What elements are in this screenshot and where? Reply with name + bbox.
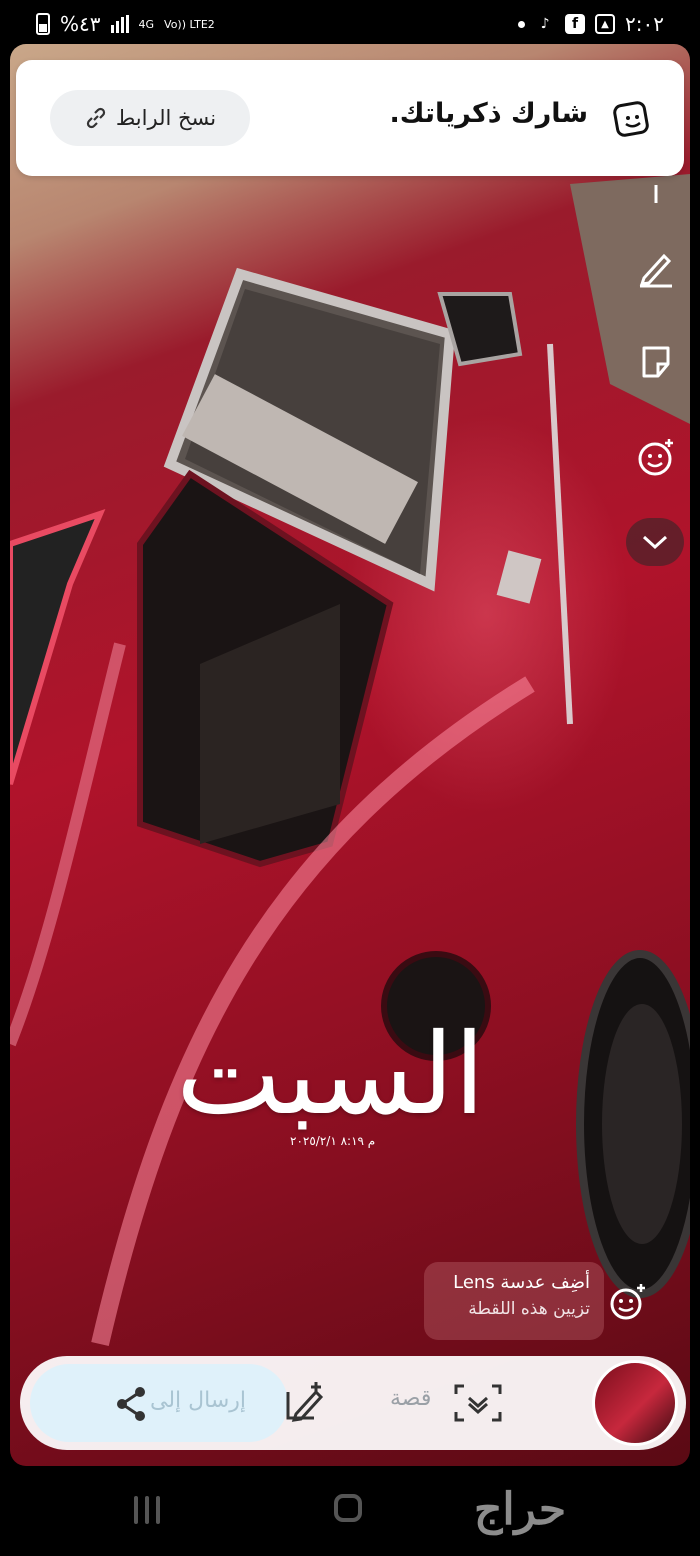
share-title: شارك ذكرياتك. xyxy=(389,98,588,129)
copy-link-label: نسخ الرابط xyxy=(115,106,217,130)
date-caption: م ٨:١٩ ٢٠٢٥/٢/١ xyxy=(290,1134,376,1148)
snap-photo xyxy=(10,44,690,1466)
sticker-tool[interactable] xyxy=(634,340,678,384)
pencil-icon xyxy=(639,253,672,288)
share-icon xyxy=(117,1387,145,1421)
watermark-logo: حراج xyxy=(474,1484,567,1535)
lens-title: أضِف عدسة Lens xyxy=(453,1272,590,1293)
gallery-icon: ▲ xyxy=(595,14,616,34)
send-label: إرسال إلى xyxy=(150,1388,247,1413)
sticker-icon xyxy=(642,346,670,378)
status-bar: %٤٣ 4G Vo)) LTE2 ♪ f ▲ ٢:٠٢ xyxy=(0,0,700,48)
emoji-icon xyxy=(638,439,673,476)
status-right: ♪ f ▲ ٢:٠٢ xyxy=(518,12,664,36)
battery-icon xyxy=(36,13,50,35)
send-to-button[interactable]: إرسال إلى xyxy=(30,1364,288,1442)
link-icon xyxy=(86,107,105,129)
text-tool[interactable] xyxy=(634,174,678,218)
volte-indicator: Vo)) LTE2 xyxy=(164,17,215,31)
text-icon xyxy=(654,185,658,203)
network-type: 4G xyxy=(138,17,155,31)
dot-icon xyxy=(518,20,526,28)
home-button[interactable] xyxy=(334,1494,362,1522)
car-illustration xyxy=(10,174,690,1347)
day-caption: السبت xyxy=(176,1010,485,1140)
status-left: %٤٣ 4G Vo)) LTE2 xyxy=(36,12,215,36)
add-lens-chip[interactable]: أضِف عدسة Lens تزيين هذه اللقطة xyxy=(424,1262,604,1340)
story-icon[interactable] xyxy=(452,1380,504,1426)
story-label[interactable]: قصة xyxy=(390,1386,431,1411)
snap-thumbnail[interactable] xyxy=(592,1360,678,1446)
facebook-icon: f xyxy=(565,14,586,34)
lens-emoji-icon[interactable] xyxy=(608,1282,648,1322)
pencil-tool[interactable] xyxy=(634,246,678,290)
tiktok-icon: ♪ xyxy=(540,16,550,32)
edit-snap-icon[interactable] xyxy=(282,1380,328,1426)
signal-icon xyxy=(110,15,129,33)
more-tools-button[interactable] xyxy=(626,518,684,566)
recent-apps-button[interactable] xyxy=(134,1496,160,1524)
chevron-down-icon xyxy=(642,535,668,550)
share-memories-card: شارك ذكرياتك. نسخ الرابط xyxy=(16,60,684,176)
clock: ٢:٠٢ xyxy=(625,12,664,36)
action-bar: إرسال إلى قصة xyxy=(20,1356,686,1450)
lens-subtitle: تزيين هذه اللقطة xyxy=(468,1299,590,1319)
copy-link-button[interactable]: نسخ الرابط xyxy=(50,90,250,146)
memories-icon xyxy=(613,101,649,137)
emoji-tool[interactable] xyxy=(634,436,678,480)
navigation-bar: حراج xyxy=(0,1466,700,1556)
battery-percent: %٤٣ xyxy=(60,12,101,36)
